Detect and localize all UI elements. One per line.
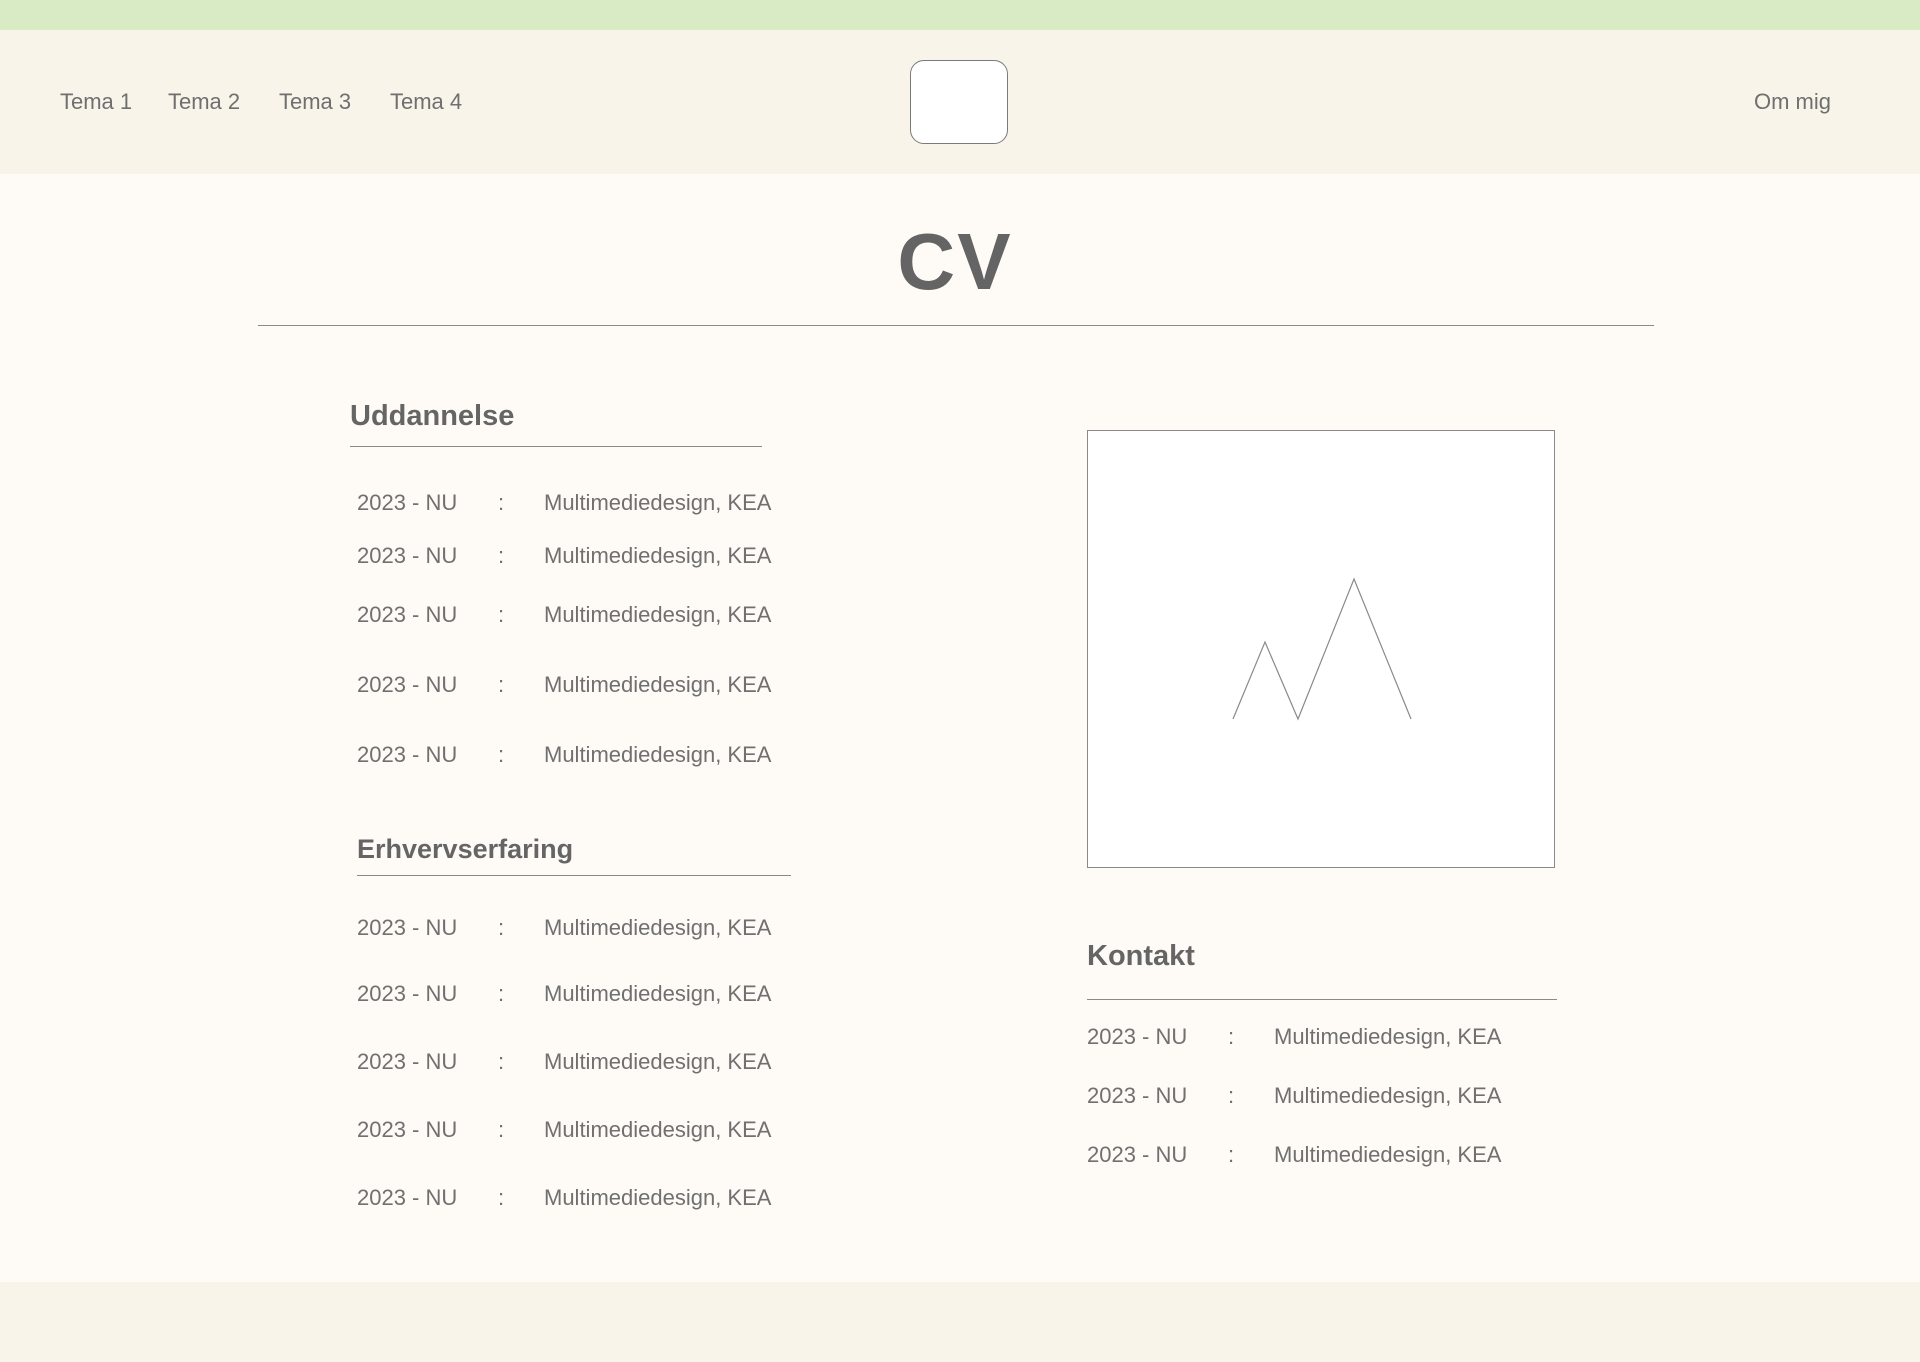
- row-description: Multimediedesign, KEA: [544, 742, 772, 767]
- row-description: Multimediedesign, KEA: [544, 490, 772, 515]
- row-date: 2023 - NU: [357, 915, 458, 940]
- row-date: 2023 - NU: [357, 490, 458, 515]
- education-heading: Uddannelse: [350, 400, 515, 432]
- title-divider: [258, 325, 1654, 326]
- contact-divider: [1087, 999, 1557, 1000]
- row-date: 2023 - NU: [357, 1049, 458, 1074]
- row-separator: :: [498, 672, 505, 697]
- row-date: 2023 - NU: [357, 742, 458, 767]
- row-separator: :: [1228, 1083, 1235, 1108]
- row-description: Multimediedesign, KEA: [1274, 1024, 1502, 1049]
- site-header: Tema 1 Tema 2 Tema 3 Tema 4 Om mig: [0, 30, 1920, 174]
- row-date: 2023 - NU: [1087, 1024, 1188, 1049]
- row-description: Multimediedesign, KEA: [544, 981, 772, 1006]
- row-description: Multimediedesign, KEA: [1274, 1142, 1502, 1167]
- nav-item-tema-4[interactable]: Tema 4: [390, 89, 462, 115]
- row-separator: :: [498, 602, 505, 627]
- row-description: Multimediedesign, KEA: [544, 543, 772, 568]
- row-separator: :: [498, 1117, 505, 1142]
- nav-item-om-mig[interactable]: Om mig: [1754, 89, 1831, 115]
- row-separator: :: [498, 543, 505, 568]
- row-separator: :: [498, 915, 505, 940]
- education-divider: [350, 446, 762, 447]
- row-date: 2023 - NU: [357, 672, 458, 697]
- row-separator: :: [498, 1049, 505, 1074]
- row-description: Multimediedesign, KEA: [1274, 1083, 1502, 1108]
- row-date: 2023 - NU: [1087, 1083, 1188, 1108]
- profile-photo-placeholder: [1087, 430, 1555, 868]
- image-placeholder-icon: [1232, 577, 1412, 721]
- contact-heading: Kontakt: [1087, 940, 1195, 972]
- row-separator: :: [498, 981, 505, 1006]
- row-date: 2023 - NU: [357, 602, 458, 627]
- row-separator: :: [498, 490, 505, 515]
- row-date: 2023 - NU: [357, 1117, 458, 1142]
- nav-item-tema-3[interactable]: Tema 3: [279, 89, 351, 115]
- site-footer: [0, 1282, 1920, 1362]
- row-description: Multimediedesign, KEA: [544, 602, 772, 627]
- nav-item-tema-1[interactable]: Tema 1: [60, 89, 132, 115]
- logo-placeholder[interactable]: [910, 60, 1008, 144]
- row-description: Multimediedesign, KEA: [544, 915, 772, 940]
- row-separator: :: [498, 1185, 505, 1210]
- row-date: 2023 - NU: [357, 1185, 458, 1210]
- row-separator: :: [1228, 1142, 1235, 1167]
- top-accent-strip: [0, 0, 1920, 30]
- row-description: Multimediedesign, KEA: [544, 1117, 772, 1142]
- row-description: Multimediedesign, KEA: [544, 1185, 772, 1210]
- row-date: 2023 - NU: [357, 543, 458, 568]
- experience-heading: Erhvervserfaring: [357, 834, 574, 864]
- nav-item-tema-2[interactable]: Tema 2: [168, 89, 240, 115]
- row-date: 2023 - NU: [357, 981, 458, 1006]
- row-separator: :: [1228, 1024, 1235, 1049]
- row-separator: :: [498, 742, 505, 767]
- experience-divider: [357, 875, 791, 876]
- row-description: Multimediedesign, KEA: [544, 1049, 772, 1074]
- row-description: Multimediedesign, KEA: [544, 672, 772, 697]
- page-title: CV: [897, 217, 1013, 306]
- row-date: 2023 - NU: [1087, 1142, 1188, 1167]
